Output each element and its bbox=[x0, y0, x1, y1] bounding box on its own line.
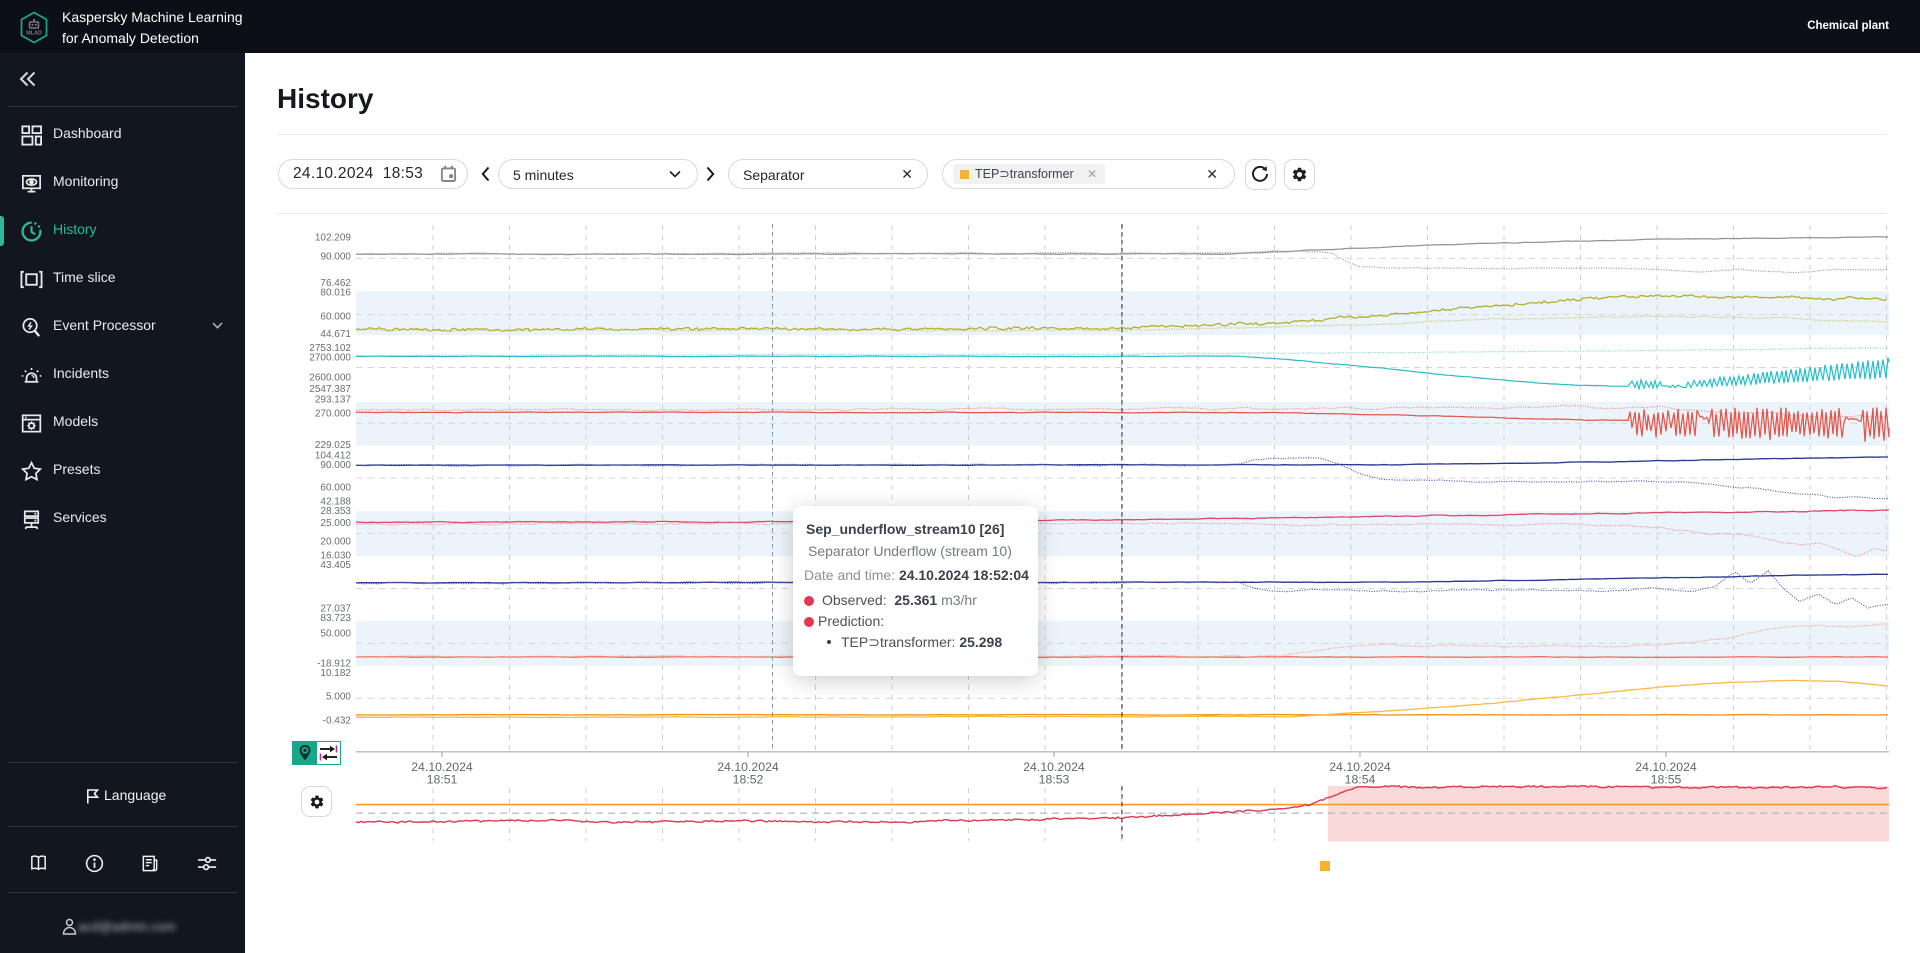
svg-text:28.353: 28.353 bbox=[320, 506, 351, 517]
svg-text:43.405: 43.405 bbox=[320, 560, 351, 571]
svg-text:60.000: 60.000 bbox=[320, 483, 351, 494]
svg-text:2600.000: 2600.000 bbox=[309, 373, 351, 384]
svg-text:18:51: 18:51 bbox=[427, 773, 458, 787]
svg-text:83.723: 83.723 bbox=[320, 613, 351, 624]
svg-text:2547.387: 2547.387 bbox=[309, 384, 351, 395]
svg-text:50.000: 50.000 bbox=[320, 629, 351, 640]
svg-text:MLAD: MLAD bbox=[26, 31, 42, 37]
svg-text:44.671: 44.671 bbox=[320, 329, 351, 340]
svg-text:5.000: 5.000 bbox=[326, 692, 351, 703]
svg-text:293.137: 293.137 bbox=[315, 395, 352, 406]
svg-text:10.182: 10.182 bbox=[320, 668, 351, 679]
svg-text:18:52: 18:52 bbox=[733, 773, 764, 787]
svg-text:18:55: 18:55 bbox=[1651, 773, 1682, 787]
svg-text:229.025: 229.025 bbox=[315, 440, 352, 451]
svg-text:270.000: 270.000 bbox=[315, 409, 352, 420]
svg-text:2700.000: 2700.000 bbox=[309, 353, 351, 364]
svg-text:18:53: 18:53 bbox=[1039, 773, 1070, 787]
svg-text:-0.432: -0.432 bbox=[323, 716, 352, 727]
svg-text:18:54: 18:54 bbox=[1345, 773, 1376, 787]
svg-text:102.209: 102.209 bbox=[315, 233, 352, 244]
svg-text:20.000: 20.000 bbox=[320, 537, 351, 548]
svg-text:90.000: 90.000 bbox=[320, 460, 351, 471]
svg-text:80.016: 80.016 bbox=[320, 288, 351, 299]
svg-text:60.000: 60.000 bbox=[320, 312, 351, 323]
svg-text:25.000: 25.000 bbox=[320, 518, 351, 529]
svg-text:90.000: 90.000 bbox=[320, 252, 351, 263]
